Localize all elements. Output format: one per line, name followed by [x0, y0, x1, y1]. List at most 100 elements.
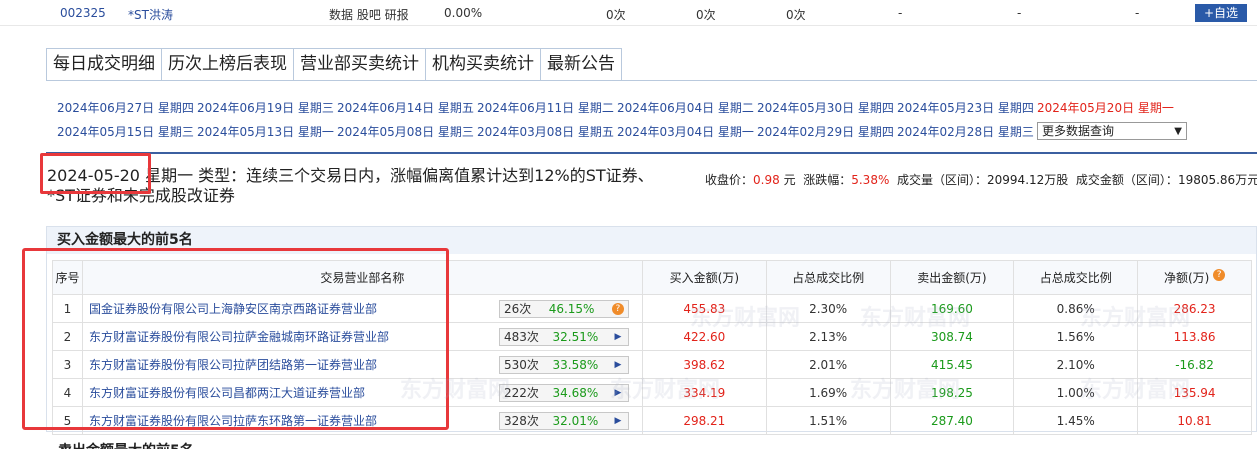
date-link[interactable]: 2024年02月29日 星期四: [757, 123, 897, 140]
sell-ratio: 2.10%: [1013, 350, 1139, 379]
help-icon[interactable]: ?: [611, 302, 624, 315]
buy-ratio: 1.51%: [765, 406, 891, 435]
win-rate: 32.51%: [552, 329, 599, 344]
chevron-down-icon: ▼: [1174, 126, 1182, 137]
buy-amount: 398.62: [641, 350, 767, 379]
tab-latest-announcement[interactable]: 最新公告: [540, 48, 622, 80]
buy-ratio: 2.30%: [765, 294, 891, 323]
tab-bar: 每日成交明细 历次上榜后表现 营业部买卖统计 机构买卖统计 最新公告: [46, 48, 622, 80]
close-unit: 元: [783, 173, 796, 187]
buy-ratio: 2.13%: [765, 322, 891, 351]
date-row: 2024年06月27日 星期四 2024年06月19日 星期三 2024年06月…: [57, 95, 1257, 119]
date-link[interactable]: 2024年02月28日 星期三: [897, 123, 1037, 140]
stock-count-1: 0次: [606, 8, 626, 22]
branch-stats-badge[interactable]: 530次 33.58% ▶: [498, 355, 629, 374]
sell-amount: 415.45: [889, 350, 1015, 379]
net-amount: 113.86: [1137, 322, 1252, 351]
sell-amount: 287.40: [889, 406, 1015, 435]
col-header-net: 净额(万) ?: [1137, 260, 1252, 295]
branch-stats-badge[interactable]: 483次 32.51% ▶: [498, 327, 629, 346]
win-rate: 33.58%: [552, 357, 599, 372]
win-rate: 32.01%: [552, 413, 599, 428]
add-watchlist-button[interactable]: +自选: [1195, 4, 1247, 22]
col-header-label: 净额(万): [1163, 271, 1210, 285]
sell-amount: 169.60: [889, 294, 1015, 323]
date-link[interactable]: 2024年05月23日 星期四: [897, 99, 1037, 116]
branch-stats-badge[interactable]: 328次 32.01% ▶: [498, 411, 629, 430]
highlight-box-branches: [22, 248, 449, 430]
date-link[interactable]: 2024年05月08日 星期三: [337, 123, 477, 140]
date-list: 2024年06月27日 星期四 2024年06月19日 星期三 2024年06月…: [57, 95, 1257, 143]
stock-change-pct: 0.00%: [444, 6, 483, 20]
date-link[interactable]: 2024年06月19日 星期三: [197, 99, 337, 116]
buy-amount: 334.19: [641, 378, 767, 407]
volume-value: 20994.12万股: [987, 173, 1069, 187]
date-link[interactable]: 2024年06月11日 星期二: [477, 99, 617, 116]
date-link[interactable]: 2024年06月14日 星期五: [337, 99, 477, 116]
tab-institution-stats[interactable]: 机构买卖统计: [425, 48, 541, 80]
sell-ratio: 1.56%: [1013, 322, 1139, 351]
date-link[interactable]: 2024年05月30日 星期四: [757, 99, 897, 116]
stock-name[interactable]: *ST洪涛: [128, 6, 173, 23]
stock-links[interactable]: 数据 股吧 研报: [329, 6, 409, 23]
stock-dash-3: -: [1135, 6, 1140, 20]
expand-arrow-icon[interactable]: ▶: [612, 387, 624, 399]
stock-code[interactable]: 002325: [60, 6, 106, 20]
date-link[interactable]: 2024年05月13日 星期一: [197, 123, 337, 140]
win-rate: 34.68%: [552, 385, 599, 400]
buy-amount: 422.60: [641, 322, 767, 351]
stock-count-2: 0次: [696, 8, 716, 22]
sell-amount: 308.74: [889, 322, 1015, 351]
times: 328次: [503, 414, 539, 428]
more-dates-label: 更多数据查询: [1042, 124, 1115, 138]
trade-stats: 收盘价：0.98 元 涨跌幅：5.38% 成交量（区间）：20994.12万股 …: [705, 171, 1257, 188]
buy-ratio: 1.69%: [765, 378, 891, 407]
sell-amount: 198.25: [889, 378, 1015, 407]
buy-ratio: 2.01%: [765, 350, 891, 379]
stock-count-3: 0次: [786, 8, 806, 22]
change-label: 涨跌幅：: [803, 173, 852, 187]
change-pct: 5.38%: [851, 173, 890, 187]
net-amount: 135.94: [1137, 378, 1252, 407]
buy-amount: 298.21: [641, 406, 767, 435]
date-link[interactable]: 2024年06月27日 星期四: [57, 99, 197, 116]
highlight-box-date: [40, 153, 151, 194]
branch-stats-badge[interactable]: 222次 34.68% ▶: [498, 383, 629, 402]
date-link[interactable]: 2024年03月08日 星期五: [477, 123, 617, 140]
col-header: 占总成交比例: [765, 260, 891, 295]
sell-ratio: 1.45%: [1013, 406, 1139, 435]
stock-dash-1: -: [898, 6, 903, 20]
sell-ratio: 0.86%: [1013, 294, 1139, 323]
buy-amount: 455.83: [641, 294, 767, 323]
expand-arrow-icon[interactable]: ▶: [612, 415, 624, 427]
times: 222次: [503, 386, 539, 400]
tab-history-performance[interactable]: 历次上榜后表现: [161, 48, 294, 80]
net-amount: 10.81: [1137, 406, 1252, 435]
date-link[interactable]: 2024年06月04日 星期二: [617, 99, 757, 116]
date-row: 2024年05月15日 星期三 2024年05月13日 星期一 2024年05月…: [57, 119, 1257, 143]
times: 530次: [503, 358, 539, 372]
net-amount: -16.82: [1137, 350, 1252, 379]
tab-daily-detail[interactable]: 每日成交明细: [46, 48, 162, 80]
times: 483次: [503, 330, 539, 344]
date-link[interactable]: 2024年03月04日 星期一: [617, 123, 757, 140]
help-icon[interactable]: ?: [1213, 269, 1226, 281]
col-header: 卖出金额(万): [889, 260, 1015, 295]
more-dates-select[interactable]: 更多数据查询 ▼: [1037, 122, 1187, 140]
close-price: 0.98: [753, 173, 780, 187]
expand-arrow-icon[interactable]: ▶: [612, 331, 624, 343]
sell-ratio: 1.00%: [1013, 378, 1139, 407]
close-label: 收盘价：: [705, 173, 754, 187]
section-divider: [46, 152, 1257, 154]
stock-summary-row: 002325 *ST洪涛 数据 股吧 研报 0.00% 0次 0次 0次 - -…: [0, 0, 1257, 26]
tab-branch-stats[interactable]: 营业部买卖统计: [293, 48, 426, 80]
amount-value: 19805.86万元: [1177, 173, 1257, 187]
col-header: 占总成交比例: [1013, 260, 1139, 295]
branch-stats-badge[interactable]: 26次 46.15%?: [498, 299, 629, 318]
col-header: 买入金额(万): [641, 260, 767, 295]
tab-divider: [46, 80, 1257, 81]
date-link[interactable]: 2024年05月15日 星期三: [57, 123, 197, 140]
times: 26次: [503, 302, 532, 316]
expand-arrow-icon[interactable]: ▶: [612, 359, 624, 371]
date-link-selected[interactable]: 2024年05月20日 星期一: [1037, 99, 1177, 116]
